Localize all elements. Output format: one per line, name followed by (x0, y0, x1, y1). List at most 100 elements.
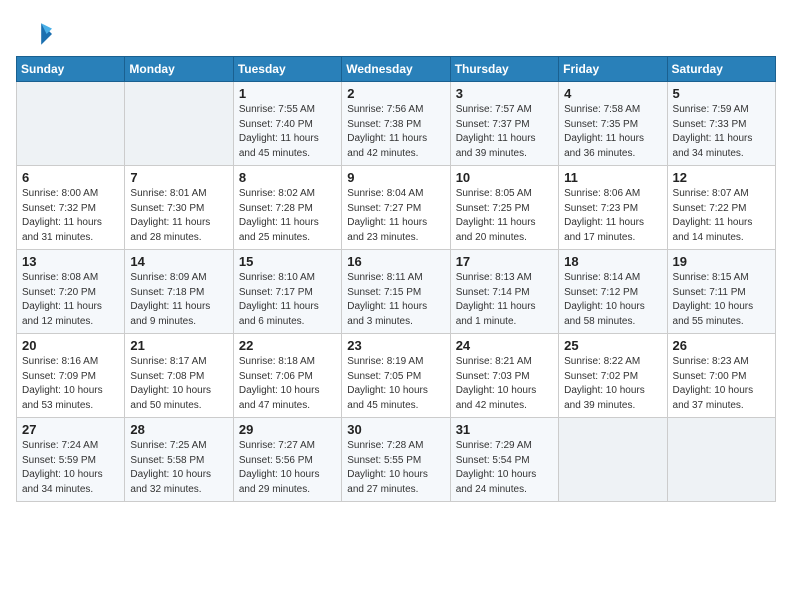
day-number: 27 (22, 422, 119, 437)
day-number: 13 (22, 254, 119, 269)
day-info: Sunrise: 7:27 AMSunset: 5:56 PMDaylight:… (239, 439, 336, 497)
calendar-cell: 23 Sunrise: 8:19 AMSunset: 7:05 PMDayligh… (342, 334, 450, 418)
day-info: Sunrise: 7:24 AMSunset: 5:59 PMDaylight:… (22, 439, 119, 497)
calendar-cell: 5 Sunrise: 7:59 AMSunset: 7:33 PMDaylight… (667, 82, 775, 166)
day-number: 15 (239, 254, 336, 269)
calendar-cell (17, 82, 125, 166)
day-info: Sunrise: 8:16 AMSunset: 7:09 PMDaylight:… (22, 355, 119, 413)
day-info: Sunrise: 8:00 AMSunset: 7:32 PMDaylight:… (22, 187, 119, 245)
day-info: Sunrise: 8:06 AMSunset: 7:23 PMDaylight:… (564, 187, 661, 245)
day-info: Sunrise: 7:29 AMSunset: 5:54 PMDaylight:… (456, 439, 553, 497)
calendar-cell: 20 Sunrise: 8:16 AMSunset: 7:09 PMDayligh… (17, 334, 125, 418)
day-info: Sunrise: 8:17 AMSunset: 7:08 PMDaylight:… (130, 355, 227, 413)
day-info: Sunrise: 8:05 AMSunset: 7:25 PMDaylight:… (456, 187, 553, 245)
calendar-cell: 8 Sunrise: 8:02 AMSunset: 7:28 PMDaylight… (233, 166, 341, 250)
calendar-cell: 31 Sunrise: 7:29 AMSunset: 5:54 PMDayligh… (450, 418, 558, 502)
day-number: 30 (347, 422, 444, 437)
calendar-day-header: Tuesday (233, 57, 341, 82)
day-number: 3 (456, 86, 553, 101)
day-info: Sunrise: 8:10 AMSunset: 7:17 PMDaylight:… (239, 271, 336, 329)
day-number: 19 (673, 254, 770, 269)
calendar-cell: 15 Sunrise: 8:10 AMSunset: 7:17 PMDayligh… (233, 250, 341, 334)
calendar-cell: 13Sunrise: 8:08 AMSunset: 7:20 PMDayligh… (17, 250, 125, 334)
day-number: 8 (239, 170, 336, 185)
day-number: 1 (239, 86, 336, 101)
calendar-cell: 14 Sunrise: 8:09 AMSunset: 7:18 PMDayligh… (125, 250, 233, 334)
calendar-week-row: 20 Sunrise: 8:16 AMSunset: 7:09 PMDayligh… (17, 334, 776, 418)
day-number: 16 (347, 254, 444, 269)
calendar-cell: 24Sunrise: 8:21 AMSunset: 7:03 PMDayligh… (450, 334, 558, 418)
day-info: Sunrise: 8:14 AMSunset: 7:12 PMDaylight:… (564, 271, 661, 329)
calendar-cell: 6 Sunrise: 8:00 AMSunset: 7:32 PMDaylight… (17, 166, 125, 250)
day-number: 25 (564, 338, 661, 353)
calendar-cell: 7Sunrise: 8:01 AMSunset: 7:30 PMDaylight… (125, 166, 233, 250)
calendar-day-header: Friday (559, 57, 667, 82)
calendar-cell: 2Sunrise: 7:56 AMSunset: 7:38 PMDaylight… (342, 82, 450, 166)
day-number: 9 (347, 170, 444, 185)
calendar-cell: 25 Sunrise: 8:22 AMSunset: 7:02 PMDayligh… (559, 334, 667, 418)
day-number: 10 (456, 170, 553, 185)
calendar-cell: 21 Sunrise: 8:17 AMSunset: 7:08 PMDayligh… (125, 334, 233, 418)
day-info: Sunrise: 7:25 AMSunset: 5:58 PMDaylight:… (130, 439, 227, 497)
calendar-cell: 11 Sunrise: 8:06 AMSunset: 7:23 PMDayligh… (559, 166, 667, 250)
calendar-cell (559, 418, 667, 502)
day-number: 17 (456, 254, 553, 269)
calendar-cell: 19 Sunrise: 8:15 AMSunset: 7:11 PMDayligh… (667, 250, 775, 334)
calendar-cell: 18 Sunrise: 8:14 AMSunset: 7:12 PMDayligh… (559, 250, 667, 334)
day-info: Sunrise: 7:59 AMSunset: 7:33 PMDaylight:… (673, 103, 770, 161)
day-number: 20 (22, 338, 119, 353)
calendar-day-header: Sunday (17, 57, 125, 82)
calendar-cell: 28Sunrise: 7:25 AMSunset: 5:58 PMDayligh… (125, 418, 233, 502)
calendar-cell: 12 Sunrise: 8:07 AMSunset: 7:22 PMDayligh… (667, 166, 775, 250)
day-info: Sunrise: 8:11 AMSunset: 7:15 PMDaylight:… (347, 271, 444, 329)
calendar-cell: 27 Sunrise: 7:24 AMSunset: 5:59 PMDayligh… (17, 418, 125, 502)
day-info: Sunrise: 8:19 AMSunset: 7:05 PMDaylight:… (347, 355, 444, 413)
day-number: 22 (239, 338, 336, 353)
day-number: 4 (564, 86, 661, 101)
day-info: Sunrise: 8:02 AMSunset: 7:28 PMDaylight:… (239, 187, 336, 245)
day-info: Sunrise: 8:21 AMSunset: 7:03 PMDaylight:… (456, 355, 553, 413)
calendar-cell: 29Sunrise: 7:27 AMSunset: 5:56 PMDayligh… (233, 418, 341, 502)
logo-icon (16, 16, 52, 52)
day-info: Sunrise: 8:04 AMSunset: 7:27 PMDaylight:… (347, 187, 444, 245)
day-number: 6 (22, 170, 119, 185)
day-number: 11 (564, 170, 661, 185)
day-number: 26 (673, 338, 770, 353)
day-info: Sunrise: 8:23 AMSunset: 7:00 PMDaylight:… (673, 355, 770, 413)
day-info: Sunrise: 8:22 AMSunset: 7:02 PMDaylight:… (564, 355, 661, 413)
day-number: 18 (564, 254, 661, 269)
day-info: Sunrise: 8:09 AMSunset: 7:18 PMDaylight:… (130, 271, 227, 329)
day-info: Sunrise: 8:15 AMSunset: 7:11 PMDaylight:… (673, 271, 770, 329)
calendar-cell (125, 82, 233, 166)
day-number: 12 (673, 170, 770, 185)
day-info: Sunrise: 8:07 AMSunset: 7:22 PMDaylight:… (673, 187, 770, 245)
calendar-cell: 3 Sunrise: 7:57 AMSunset: 7:37 PMDaylight… (450, 82, 558, 166)
day-info: Sunrise: 8:18 AMSunset: 7:06 PMDaylight:… (239, 355, 336, 413)
calendar-cell: 17 Sunrise: 8:13 AMSunset: 7:14 PMDayligh… (450, 250, 558, 334)
day-info: Sunrise: 7:55 AMSunset: 7:40 PMDaylight:… (239, 103, 336, 161)
page-header (16, 16, 776, 52)
calendar-table: SundayMondayTuesdayWednesdayThursdayFrid… (16, 56, 776, 502)
calendar-week-row: 1 Sunrise: 7:55 AMSunset: 7:40 PMDaylight… (17, 82, 776, 166)
day-number: 7 (130, 170, 227, 185)
day-number: 21 (130, 338, 227, 353)
calendar-day-header: Saturday (667, 57, 775, 82)
day-number: 5 (673, 86, 770, 101)
calendar-week-row: 6 Sunrise: 8:00 AMSunset: 7:32 PMDaylight… (17, 166, 776, 250)
day-number: 23 (347, 338, 444, 353)
day-info: Sunrise: 7:57 AMSunset: 7:37 PMDaylight:… (456, 103, 553, 161)
day-number: 2 (347, 86, 444, 101)
calendar-cell: 22 Sunrise: 8:18 AMSunset: 7:06 PMDayligh… (233, 334, 341, 418)
calendar-cell: 26 Sunrise: 8:23 AMSunset: 7:00 PMDayligh… (667, 334, 775, 418)
calendar-cell: 30Sunrise: 7:28 AMSunset: 5:55 PMDayligh… (342, 418, 450, 502)
calendar-week-row: 27 Sunrise: 7:24 AMSunset: 5:59 PMDayligh… (17, 418, 776, 502)
calendar-cell: 1 Sunrise: 7:55 AMSunset: 7:40 PMDaylight… (233, 82, 341, 166)
calendar-cell: 16 Sunrise: 8:11 AMSunset: 7:15 PMDayligh… (342, 250, 450, 334)
calendar-header-row: SundayMondayTuesdayWednesdayThursdayFrid… (17, 57, 776, 82)
day-number: 14 (130, 254, 227, 269)
calendar-cell: 4Sunrise: 7:58 AMSunset: 7:35 PMDaylight… (559, 82, 667, 166)
logo (16, 16, 56, 52)
calendar-day-header: Wednesday (342, 57, 450, 82)
day-number: 31 (456, 422, 553, 437)
day-info: Sunrise: 8:13 AMSunset: 7:14 PMDaylight:… (456, 271, 553, 329)
